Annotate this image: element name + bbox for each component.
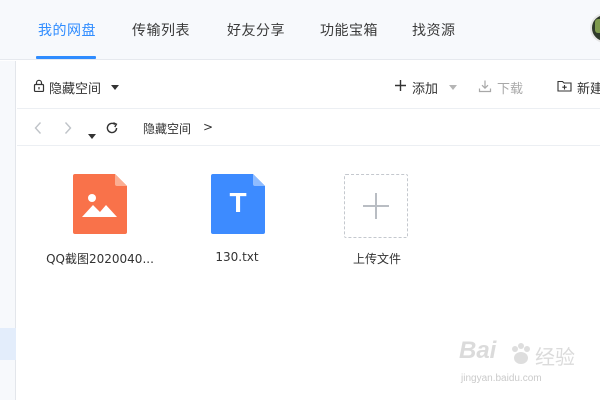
file-item-text[interactable]: T 130.txt — [182, 170, 292, 280]
watermark-brand: Bai — [459, 337, 497, 364]
tab-feature-box[interactable]: 功能宝箱 — [320, 20, 378, 40]
upload-drop-box[interactable] — [344, 174, 408, 238]
back-icon[interactable] — [33, 120, 43, 139]
file-item-image[interactable]: QQ截图2020040... — [45, 170, 155, 280]
space-selector-label: 隐藏空间 — [49, 82, 102, 97]
file-name: QQ截图2020040... — [46, 252, 154, 266]
image-file-icon — [73, 174, 127, 238]
chevron-down-icon — [111, 85, 120, 90]
history-dropdown-icon[interactable] — [88, 125, 96, 144]
download-icon — [478, 79, 492, 97]
chevron-down-icon — [449, 85, 458, 90]
sidebar — [0, 61, 16, 400]
top-nav: 我的网盘 传输列表 好友分享 功能宝箱 找资源 — [0, 0, 600, 60]
plus-icon — [394, 79, 407, 96]
text-file-glyph: T — [229, 187, 247, 218]
watermark-url: jingyan.baidu.com — [461, 373, 542, 384]
add-button-label: 添加 — [412, 82, 439, 97]
paw-icon — [507, 341, 535, 373]
new-folder-label: 新建 — [577, 82, 600, 97]
tab-friend-share[interactable]: 好友分享 — [227, 20, 285, 40]
forward-icon[interactable] — [63, 120, 73, 139]
refresh-icon[interactable] — [105, 120, 119, 139]
download-button-label: 下载 — [497, 82, 524, 97]
file-name: 130.txt — [215, 250, 259, 264]
add-button[interactable]: 添加 — [394, 78, 458, 97]
download-button[interactable]: 下载 — [478, 78, 523, 97]
space-selector[interactable]: 隐藏空间 — [33, 78, 120, 97]
new-folder-icon — [557, 79, 572, 96]
tab-find-resources[interactable]: 找资源 — [412, 20, 456, 40]
watermark-brand-suffix: 经验 — [535, 345, 575, 369]
upload-file-label: 上传文件 — [352, 252, 401, 266]
active-tab-indicator — [36, 56, 96, 59]
avatar[interactable] — [590, 13, 600, 43]
toolbar: 隐藏空间 添加 下载 新建 — [17, 61, 600, 109]
breadcrumb-current[interactable]: 隐藏空间 — [143, 120, 191, 137]
baidu-jingyan-watermark: Bai 经验 jingyan.baidu.com — [455, 335, 595, 390]
sidebar-active-item[interactable] — [0, 328, 16, 360]
upload-file-tile[interactable]: 上传文件 — [322, 170, 432, 280]
breadcrumb-separator: > — [203, 120, 214, 134]
lock-icon — [33, 79, 45, 96]
breadcrumb-bar: 隐藏空间 > — [17, 110, 600, 146]
tab-my-drive[interactable]: 我的网盘 — [38, 20, 96, 40]
plus-icon — [362, 192, 390, 224]
tab-transfer-list[interactable]: 传输列表 — [132, 20, 190, 40]
new-folder-button[interactable]: 新建 — [557, 78, 600, 97]
